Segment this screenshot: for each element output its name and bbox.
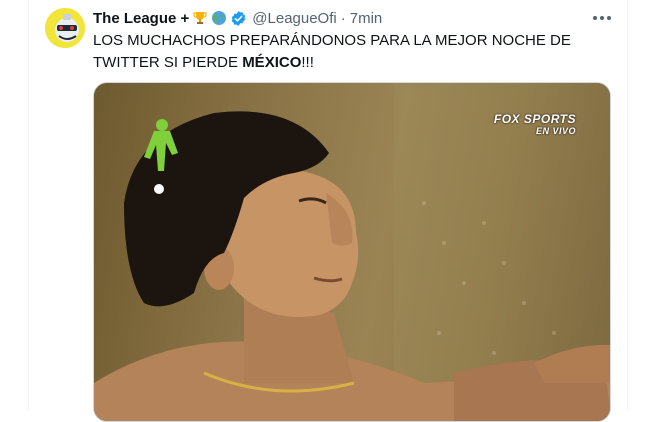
tweet-text-bold: MÉXICO [242, 54, 302, 71]
timeline-border-right [627, 0, 628, 410]
tweet-timestamp[interactable]: 7min [350, 10, 383, 27]
separator-dot: · [340, 9, 346, 27]
trophy-icon [192, 10, 208, 26]
watermark-main: FOX SPORTS [493, 112, 576, 126]
timeline-border-left [28, 0, 29, 410]
watermark-sub: EN VIVO [535, 126, 576, 136]
author-avatar[interactable] [45, 8, 85, 48]
more-options-icon[interactable] [589, 6, 615, 30]
author-handle[interactable]: @LeagueOfi [252, 10, 336, 27]
tweet-text-line2: TWITTER SI PIERDE [93, 54, 243, 71]
verified-badge-icon[interactable] [230, 10, 247, 27]
media-watermark: FOX SPORTS EN VIVO [494, 113, 576, 137]
tweet-text: LOS MUCHACHOS PREPARÁNDONOS PARA LA MEJO… [93, 30, 593, 74]
tweet-text-line1: LOS MUCHACHOS PREPARÁNDONOS PARA LA MEJO… [93, 32, 571, 49]
author-display-name[interactable]: The League + [93, 10, 189, 27]
globe-icon [211, 10, 227, 26]
tweet-header: The League + @LeagueOfi · 7min [93, 8, 382, 28]
tweet-text-suffix: !!! [301, 54, 314, 71]
tweet-media-image[interactable]: FOX SPORTS EN VIVO [93, 82, 611, 422]
